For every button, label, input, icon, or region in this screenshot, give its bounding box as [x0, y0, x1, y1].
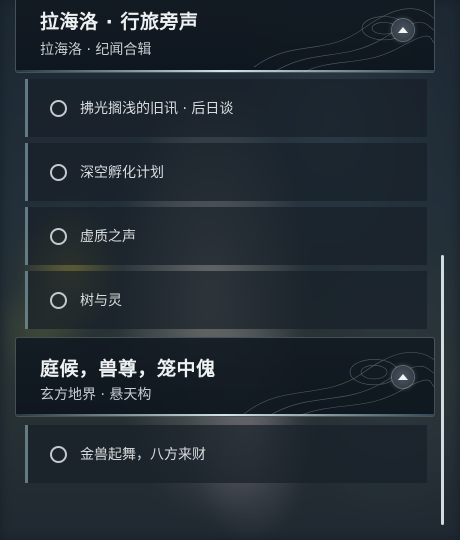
radio-unchecked-icon — [50, 445, 67, 463]
quest-item[interactable]: 拂光搁浅的旧讯 · 后日谈 — [25, 79, 427, 137]
radio-unchecked-icon — [50, 291, 67, 309]
quest-item-label: 虚质之声 — [80, 229, 136, 245]
radio-unchecked-icon — [50, 227, 67, 245]
quest-item-label: 金兽起舞，八方来财 — [80, 447, 206, 463]
group-header-tinghou[interactable]: 庭候，兽尊，笼中傀 玄方地界 · 悬天构 — [15, 337, 435, 417]
group-header-lahailuo[interactable]: 拉海洛 · 行旅旁声 拉海洛 · 纪闻合辑 — [15, 0, 435, 73]
collapse-button[interactable] — [392, 366, 414, 388]
quest-item-label: 深空孵化计划 — [80, 165, 164, 181]
radio-unchecked-icon — [50, 163, 67, 181]
group-subtitle: 拉海洛 · 纪闻合辑 — [40, 42, 152, 58]
quest-item[interactable]: 树与灵 — [25, 271, 427, 329]
scrollbar-thumb[interactable] — [441, 255, 444, 525]
chevron-up-icon — [398, 26, 408, 33]
collapse-button[interactable] — [392, 19, 414, 41]
group-title: 庭候，兽尊，笼中傀 — [40, 358, 216, 380]
quest-item[interactable]: 金兽起舞，八方来财 — [25, 425, 427, 483]
quest-item-label: 树与灵 — [80, 293, 122, 309]
quest-item[interactable]: 深空孵化计划 — [25, 143, 427, 201]
group-title: 拉海洛 · 行旅旁声 — [40, 11, 199, 33]
group-subtitle: 玄方地界 · 悬天构 — [40, 387, 152, 403]
chevron-up-icon — [398, 373, 408, 380]
quest-item-label: 拂光搁浅的旧讯 · 后日谈 — [80, 101, 234, 117]
radio-unchecked-icon — [50, 99, 67, 117]
quest-list: 拉海洛 · 行旅旁声 拉海洛 · 纪闻合辑 拂光搁浅的旧讯 · 后日谈 深空孵化… — [0, 0, 460, 540]
quest-item[interactable]: 虚质之声 — [25, 207, 427, 265]
